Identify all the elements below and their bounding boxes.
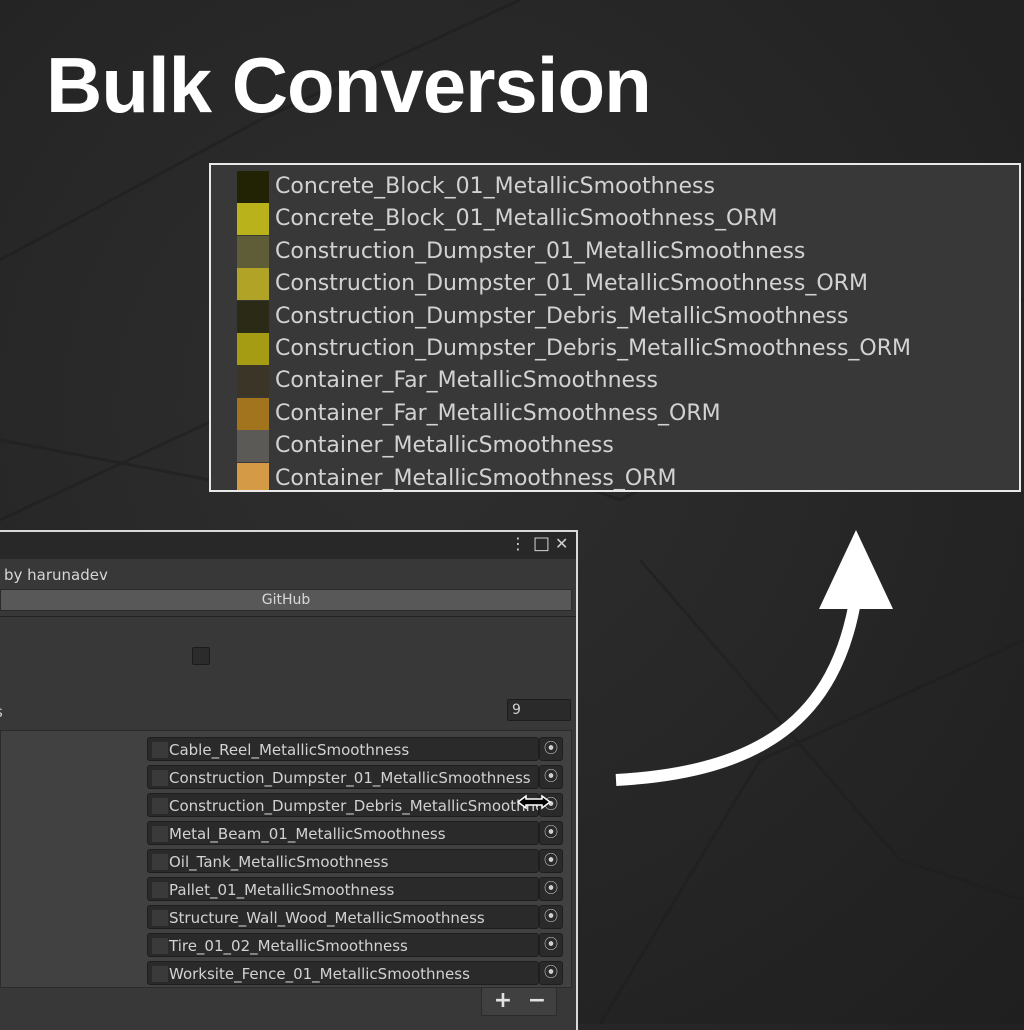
texture-thumbnail	[237, 397, 269, 430]
texture-thumbnail	[152, 910, 168, 926]
texture-thumbnail	[152, 966, 168, 982]
result-label: Container_MetallicSmoothness	[275, 433, 614, 459]
close-icon[interactable]: ✕	[555, 534, 568, 554]
remove-item-button[interactable]: −	[518, 988, 556, 1016]
object-picker-icon[interactable]: ⦿	[539, 821, 563, 845]
object-picker-icon[interactable]: ⦿	[539, 737, 563, 761]
result-row[interactable]: Container_MetallicSmoothness	[211, 430, 1019, 463]
texture-name: Structure_Wall_Wood_MetallicSmoothness	[169, 909, 485, 927]
texture-name: Metal_Beam_01_MetallicSmoothness	[169, 825, 446, 843]
texture-list: Cable_Reel_MetallicSmoothness ⦿ Constructi…	[0, 730, 572, 988]
resize-cursor-icon	[516, 794, 552, 810]
result-label: Container_MetallicSmoothness_ORM	[275, 465, 677, 491]
texture-thumbnail	[152, 770, 168, 786]
list-item: Tire_01_02_MetallicSmoothness ⦿	[147, 933, 563, 957]
list-item: Oil_Tank_MetallicSmoothness ⦿	[147, 849, 563, 873]
texture-thumbnail	[237, 268, 269, 301]
list-item: Construction_Dumpster_01_MetallicSmoothn…	[147, 765, 563, 789]
list-item: Construction_Dumpster_Debris_MetallicSmo…	[147, 793, 563, 817]
result-row[interactable]: Construction_Dumpster_Debris_MetallicSmo…	[211, 300, 1019, 333]
texture-thumbnail	[152, 882, 168, 898]
result-label: Construction_Dumpster_Debris_MetallicSmo…	[275, 303, 849, 329]
texture-thumbnail	[237, 333, 269, 365]
count-label: s	[0, 703, 3, 721]
menu-icon[interactable]: ⋮	[510, 534, 526, 554]
list-item: Pallet_01_MetallicSmoothness ⦿	[147, 877, 563, 901]
texture-name: Worksite_Fence_01_MetallicSmoothness	[169, 965, 470, 983]
conversion-results-list: Concrete_Block_01_MetallicSmoothness Conc…	[209, 163, 1021, 492]
texture-object-field[interactable]: Pallet_01_MetallicSmoothness	[147, 877, 539, 901]
texture-thumbnail	[152, 854, 168, 870]
result-row[interactable]: Concrete_Block_01_MetallicSmoothness_ORM	[211, 203, 1019, 236]
texture-name: Oil_Tank_MetallicSmoothness	[169, 853, 389, 871]
window-titlebar: ⋮ □ ✕	[0, 532, 576, 559]
texture-object-field[interactable]: Construction_Dumpster_01_MetallicSmoothn…	[147, 765, 539, 789]
result-label: Construction_Dumpster_01_MetallicSmoothn…	[275, 238, 806, 264]
add-item-button[interactable]: +	[484, 988, 522, 1016]
texture-thumbnail	[152, 938, 168, 954]
result-row[interactable]: Container_Far_MetallicSmoothness_ORM	[211, 397, 1019, 430]
maximize-icon[interactable]: □	[533, 534, 550, 554]
list-footer: + −	[481, 988, 557, 1016]
texture-thumbnail	[237, 235, 269, 268]
object-picker-icon[interactable]: ⦿	[539, 849, 563, 873]
texture-thumbnail	[152, 826, 168, 842]
texture-object-field[interactable]: Tire_01_02_MetallicSmoothness	[147, 933, 539, 957]
headline: Bulk Conversion	[46, 41, 652, 129]
texture-object-field[interactable]: Construction_Dumpster_Debris_MetallicSmo…	[147, 793, 539, 817]
option-checkbox[interactable]	[192, 647, 210, 665]
result-label: Construction_Dumpster_Debris_MetallicSmo…	[275, 336, 912, 361]
result-label: Concrete_Block_01_MetallicSmoothness	[275, 174, 715, 199]
result-label: Container_Far_MetallicSmoothness	[275, 368, 659, 394]
object-picker-icon[interactable]: ⦿	[539, 765, 563, 789]
result-label: Container_Far_MetallicSmoothness_ORM	[275, 400, 721, 426]
texture-thumbnail	[152, 742, 168, 758]
texture-name: Pallet_01_MetallicSmoothness	[169, 881, 395, 899]
texture-thumbnail	[237, 300, 269, 333]
texture-object-field[interactable]: Cable_Reel_MetallicSmoothness	[147, 737, 539, 761]
result-label: Concrete_Block_01_MetallicSmoothness_ORM	[275, 206, 778, 232]
texture-thumbnail	[237, 171, 269, 203]
texture-object-field[interactable]: Oil_Tank_MetallicSmoothness	[147, 849, 539, 873]
result-row[interactable]: Construction_Dumpster_01_MetallicSmoothn…	[211, 268, 1019, 301]
texture-object-field[interactable]: Worksite_Fence_01_MetallicSmoothness	[147, 961, 539, 985]
texture-object-field[interactable]: Metal_Beam_01_MetallicSmoothness	[147, 821, 539, 845]
texture-thumbnail	[237, 365, 269, 398]
result-row[interactable]: Construction_Dumpster_Debris_MetallicSmo…	[211, 333, 1019, 365]
texture-thumbnail	[237, 462, 269, 490]
list-item: Cable_Reel_MetallicSmoothness ⦿	[147, 737, 563, 761]
result-row[interactable]: Container_Far_MetallicSmoothness	[211, 365, 1019, 398]
texture-name: Construction_Dumpster_Debris_MetallicSmo…	[169, 797, 539, 815]
object-picker-icon[interactable]: ⦿	[539, 961, 563, 985]
editor-window: ⋮ □ ✕ by harunadev GitHub s 9 Cable_Reel…	[0, 530, 578, 1030]
result-row[interactable]: Container_MetallicSmoothness_ORM	[211, 462, 1019, 491]
object-picker-icon[interactable]: ⦿	[539, 905, 563, 929]
texture-thumbnail	[237, 430, 269, 463]
object-picker-icon[interactable]: ⦿	[539, 877, 563, 901]
divider	[0, 616, 576, 617]
result-row[interactable]: Construction_Dumpster_01_MetallicSmoothn…	[211, 235, 1019, 268]
list-item: Worksite_Fence_01_MetallicSmoothness ⦿	[147, 961, 563, 985]
texture-thumbnail	[152, 798, 168, 814]
texture-object-field[interactable]: Structure_Wall_Wood_MetallicSmoothness	[147, 905, 539, 929]
github-button[interactable]: GitHub	[0, 589, 572, 611]
texture-thumbnail	[237, 203, 269, 236]
texture-name: Construction_Dumpster_01_MetallicSmoothn…	[169, 769, 531, 787]
object-picker-icon[interactable]: ⦿	[539, 933, 563, 957]
list-item: Metal_Beam_01_MetallicSmoothness ⦿	[147, 821, 563, 845]
texture-count-field[interactable]: 9	[507, 699, 571, 721]
texture-name: Tire_01_02_MetallicSmoothness	[169, 937, 408, 955]
result-row[interactable]: Concrete_Block_01_MetallicSmoothness	[211, 171, 1019, 203]
author-byline: by harunadev	[4, 566, 108, 584]
texture-name: Cable_Reel_MetallicSmoothness	[169, 741, 410, 759]
list-item: Structure_Wall_Wood_MetallicSmoothness ⦿	[147, 905, 563, 929]
result-label: Construction_Dumpster_01_MetallicSmoothn…	[275, 271, 868, 297]
